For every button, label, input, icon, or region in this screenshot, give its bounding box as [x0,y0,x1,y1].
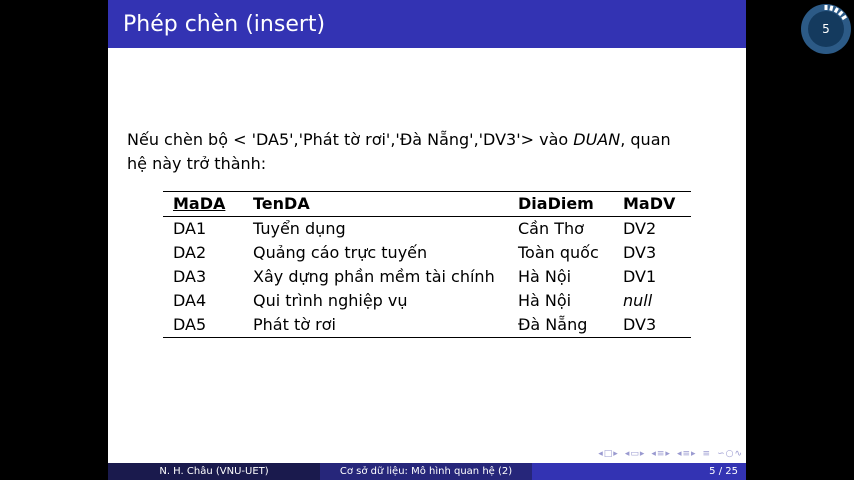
cell-tenda: Quảng cáo trực tuyến [253,243,428,262]
column-header-madv: MaDV [623,194,676,213]
title-bar: Phép chèn (insert) [108,0,746,48]
cell-tenda: Tuyển dụng [253,219,346,238]
slide: Phép chèn (insert) Nếu chèn bộ < 'DA5','… [108,0,746,480]
cell-mada: DA1 [173,219,207,238]
column-header-tenda: TenDA [253,194,310,213]
table-row: DA3 Xây dựng phần mềm tài chính Hà Nội D… [163,265,691,289]
cell-mada: DA5 [173,315,207,334]
table-row: DA1 Tuyển dụng Cần Thơ DV2 [163,217,691,242]
body-text-part: , quan [620,130,671,149]
relation-table: MaDA TenDA DiaDiem MaDV DA1 Tuyển dụng C… [163,191,691,338]
cell-diadiem: Đà Nẵng [518,315,588,334]
footer: N. H. Châu (VNU-UET) Cơ sở dữ liệu: Mô h… [108,463,746,480]
cell-madv: DV3 [623,315,657,334]
cell-mada: DA3 [173,267,207,286]
cell-madv: DV1 [623,267,657,286]
cell-mada: DA4 [173,291,207,310]
nav-search-icon[interactable]: ∽○∿ [717,449,743,459]
beamer-navigation: ◂□▸ ◂▭▸ ◂≡▸ ◂≡▸ ≡ ∽○∿ [523,448,743,460]
slide-body-text: Nếu chèn bộ < 'DA5','Phát tờ rơi','Đà Nẵ… [127,128,732,176]
body-text-line2: hệ này trở thành: [127,154,267,173]
cell-tenda: Qui trình nghiệp vụ [253,291,408,310]
cell-madv: DV3 [623,243,657,262]
footer-course: Cơ sở dữ liệu: Mô hình quan hệ (2) [320,463,532,480]
table-row: DA5 Phát tờ rơi Đà Nẵng DV3 [163,313,691,338]
body-text-part: Nếu chèn bộ < 'DA5','Phát tờ rơi','Đà Nẵ… [127,130,574,149]
slide-progress-badge[interactable]: 5 [800,3,852,55]
column-header-diadiem: DiaDiem [518,194,594,213]
slide-number: 5 [822,22,830,36]
cell-mada: DA2 [173,243,207,262]
slide-title: Phép chèn (insert) [123,12,326,37]
cell-diadiem: Hà Nội [518,291,572,310]
cell-madv: DV2 [623,219,657,238]
nav-align-icon[interactable]: ≡ [703,449,712,459]
footer-author: N. H. Châu (VNU-UET) [108,463,320,480]
cell-diadiem: Cần Thơ [518,219,584,238]
table-row: DA2 Quảng cáo trực tuyến Toàn quốc DV3 [163,241,691,265]
table-row: DA4 Qui trình nghiệp vụ Hà Nội null [163,289,691,313]
cell-diadiem: Hà Nội [518,267,572,286]
column-header-mada: MaDA [173,194,226,213]
cell-madv-null: null [623,291,653,310]
relation-name: DUAN [573,130,621,149]
nav-prev-frame-icon[interactable]: ◂□▸ [598,449,619,459]
cell-diadiem: Toàn quốc [518,243,599,262]
nav-prev-subsection-icon[interactable]: ◂▭▸ [625,449,646,459]
nav-prev-part-icon[interactable]: ◂≡▸ [677,449,697,459]
table-header-row: MaDA TenDA DiaDiem MaDV [163,191,691,217]
nav-prev-section-icon[interactable]: ◂≡▸ [651,449,671,459]
footer-page-number: 5 / 25 [532,463,746,480]
cell-tenda: Xây dựng phần mềm tài chính [253,267,495,286]
cell-tenda: Phát tờ rơi [253,315,336,334]
